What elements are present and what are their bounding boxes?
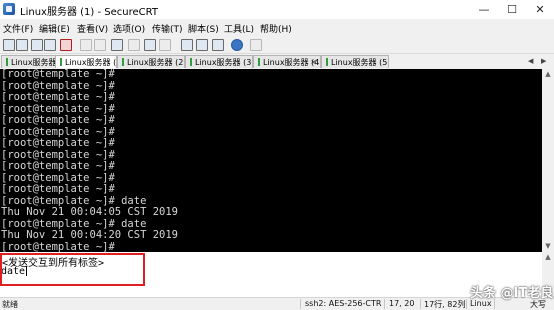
- text-caret: [26, 266, 27, 276]
- watermark: 头条 @IT老良: [470, 286, 554, 301]
- minimize-button[interactable]: —: [470, 0, 498, 19]
- terminal-output[interactable]: [root@template ~]# [root@template ~]# [r…: [0, 69, 542, 252]
- status-cursor-position: 17, 20: [389, 299, 415, 308]
- terminal-line: Thu Nov 21 00:04:05 CST 2019: [1, 206, 179, 218]
- status-terminal-size: 17行, 82列: [424, 300, 466, 309]
- terminal-line: [root@template ~]#: [1, 160, 115, 172]
- quick-connect-icon[interactable]: [16, 39, 28, 51]
- print-screen-icon[interactable]: [144, 39, 156, 51]
- connect-in-tab-icon[interactable]: [31, 39, 43, 51]
- scroll-up-icon[interactable]: ▲: [542, 69, 554, 80]
- status-ready: 就绪: [2, 300, 18, 309]
- log-session-icon[interactable]: [250, 39, 262, 51]
- session-options-icon[interactable]: [181, 39, 193, 51]
- terminal-scrollbar[interactable]: ▲ ▼: [542, 69, 554, 252]
- terminal-line: [root@template ~]#: [1, 183, 115, 195]
- paste-icon[interactable]: [94, 39, 106, 51]
- tab-linux-server-1[interactable]: Linux服务器 (1): [55, 55, 117, 68]
- maximize-button[interactable]: ☐: [498, 0, 526, 19]
- connect-icon[interactable]: [3, 39, 15, 51]
- tab-scroll-left-icon[interactable]: ◀: [528, 57, 533, 65]
- menu-edit[interactable]: 编辑(E): [39, 22, 70, 35]
- terminal-line: [root@template ~]#: [1, 114, 115, 126]
- status-dot-icon: [60, 58, 62, 66]
- title-bar: Linux服务器 (1) - SecureCRT — ☐ ✕: [0, 0, 554, 20]
- window-title: Linux服务器 (1) - SecureCRT: [20, 7, 158, 18]
- menu-transfer[interactable]: 传输(T): [152, 22, 183, 35]
- menu-help[interactable]: 帮助(H): [260, 22, 292, 35]
- chat-window[interactable]: <发送交互到所有标签>: [0, 252, 542, 297]
- chat-input[interactable]: [1, 265, 141, 277]
- print-icon[interactable]: [128, 39, 140, 51]
- menu-bar: 文件(F) 编辑(E) 查看(V) 选项(O) 传输(T) 脚本(S) 工具(L…: [0, 19, 554, 36]
- status-dot-icon: [326, 58, 328, 66]
- menu-view[interactable]: 查看(V): [77, 22, 108, 35]
- status-dot-icon: [122, 58, 124, 66]
- menu-options[interactable]: 选项(O): [113, 22, 145, 35]
- global-options-icon[interactable]: [196, 39, 208, 51]
- tab-linux-server-4[interactable]: Linux服务器 (4) ✕: [253, 55, 321, 68]
- find-icon[interactable]: [111, 39, 123, 51]
- terminal-line: Thu Nov 21 00:04:20 CST 2019: [1, 229, 179, 241]
- menu-file[interactable]: 文件(F): [3, 22, 33, 35]
- status-dot-icon: [190, 58, 192, 66]
- menu-script[interactable]: 脚本(S): [188, 22, 219, 35]
- terminal-line: [root@template ~]#: [1, 91, 115, 103]
- tab-scroll-right-icon[interactable]: ▶: [541, 57, 546, 65]
- menu-tools[interactable]: 工具(L): [224, 22, 254, 35]
- sftp-icon[interactable]: [159, 39, 171, 51]
- terminal-line: [root@template ~]#: [1, 137, 115, 149]
- terminal-line: [root@template ~]#: [1, 69, 115, 80]
- keymap-icon[interactable]: [212, 39, 224, 51]
- tab-linux-server-5[interactable]: Linux服务器 (5): [321, 55, 389, 68]
- terminal-line: [root@template ~]#: [1, 240, 115, 252]
- disconnect-icon[interactable]: [60, 39, 72, 51]
- tab-linux-server[interactable]: Linux服务器: [1, 55, 56, 68]
- close-tab-icon[interactable]: ✕: [310, 56, 317, 68]
- help-icon[interactable]: [231, 39, 243, 51]
- status-dot-icon: [6, 58, 8, 66]
- status-dot-icon: [258, 58, 260, 66]
- reconnect-icon[interactable]: [44, 39, 56, 51]
- scroll-down-icon[interactable]: ▼: [542, 241, 554, 252]
- securecrt-app-icon: [3, 3, 15, 15]
- close-button[interactable]: ✕: [526, 0, 554, 19]
- status-cipher: ssh2: AES-256-CTR: [305, 299, 382, 308]
- session-tab-bar: Linux服务器 Linux服务器 (1) Linux服务器 (2) Linux…: [0, 54, 554, 69]
- tab-linux-server-2[interactable]: Linux服务器 (2): [117, 55, 185, 68]
- toolbar: [0, 36, 554, 54]
- tab-linux-server-3[interactable]: Linux服务器 (3): [185, 55, 253, 68]
- chat-scroll-up-icon[interactable]: ▲: [542, 252, 554, 263]
- copy-icon[interactable]: [80, 39, 92, 51]
